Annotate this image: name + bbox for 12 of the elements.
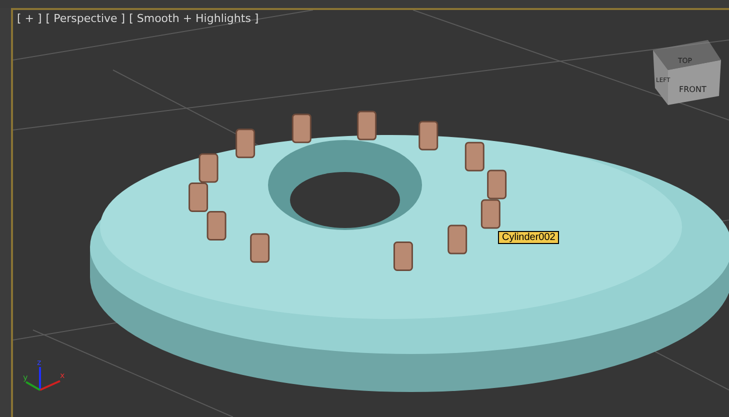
object-tooltip: Cylinder002 — [498, 231, 560, 244]
z-axis — [39, 367, 41, 390]
axis-label: y — [23, 373, 28, 382]
viewport-menu[interactable]: [ Smooth + Highlights ] — [129, 12, 259, 25]
cube-face-label[interactable]: FRONT — [679, 85, 706, 94]
x-axis — [40, 380, 60, 391]
view-cube[interactable] — [653, 40, 721, 105]
viewport-menu[interactable]: [ Perspective ] — [46, 12, 126, 25]
axis-label: x — [60, 371, 65, 380]
y-axis — [26, 381, 40, 391]
viewport-menu[interactable]: [ + ] — [17, 12, 42, 25]
axis-label: z — [37, 358, 42, 367]
